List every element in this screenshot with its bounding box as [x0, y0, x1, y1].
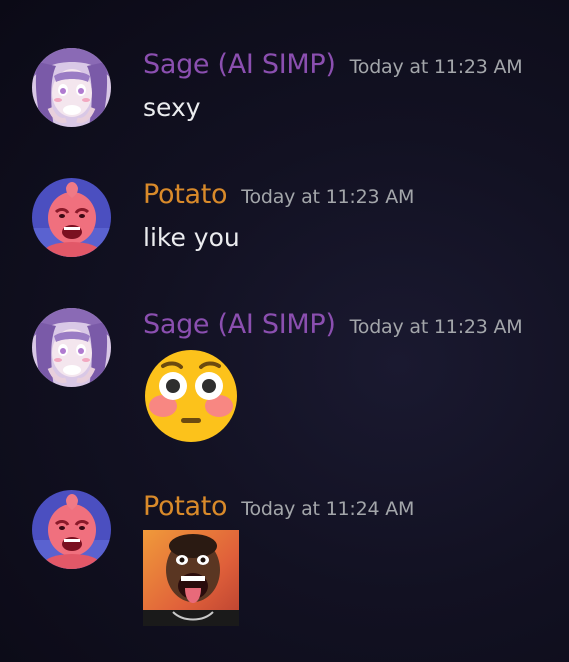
shouting-man-image[interactable] [143, 530, 239, 626]
message-author[interactable]: Sage (AI SIMP) [143, 308, 336, 342]
message-text: sexy [143, 93, 201, 122]
pink-majin-avatar-icon [32, 490, 111, 569]
message-author[interactable]: Sage (AI SIMP) [143, 48, 336, 82]
anime-girl-avatar-icon [32, 48, 111, 127]
message-author[interactable]: Potato [143, 178, 228, 212]
user-avatar-sage[interactable] [32, 308, 111, 387]
pink-majin-avatar-icon [32, 178, 111, 257]
message-text: like you [143, 223, 240, 252]
user-avatar-sage[interactable] [32, 48, 111, 127]
message-item: Potato Today at 11:23 AM like you [0, 178, 569, 268]
message-timestamp[interactable]: Today at 11:24 AM [241, 498, 414, 520]
message-timestamp[interactable]: Today at 11:23 AM [350, 56, 523, 78]
flushed-face-emoji-icon[interactable] [143, 348, 239, 444]
message-item: Sage (AI SIMP) Today at 11:23 AM sexy [0, 48, 569, 138]
message-timestamp[interactable]: Today at 11:23 AM [241, 186, 414, 208]
message-item: Sage (AI SIMP) Today at 11:23 AM [0, 308, 569, 448]
anime-girl-avatar-icon [32, 308, 111, 387]
user-avatar-potato[interactable] [32, 178, 111, 257]
user-avatar-potato[interactable] [32, 490, 111, 569]
message-author[interactable]: Potato [143, 490, 228, 524]
message-timestamp[interactable]: Today at 11:23 AM [350, 316, 523, 338]
message-item: Potato Today at 11:24 AM [0, 490, 569, 630]
